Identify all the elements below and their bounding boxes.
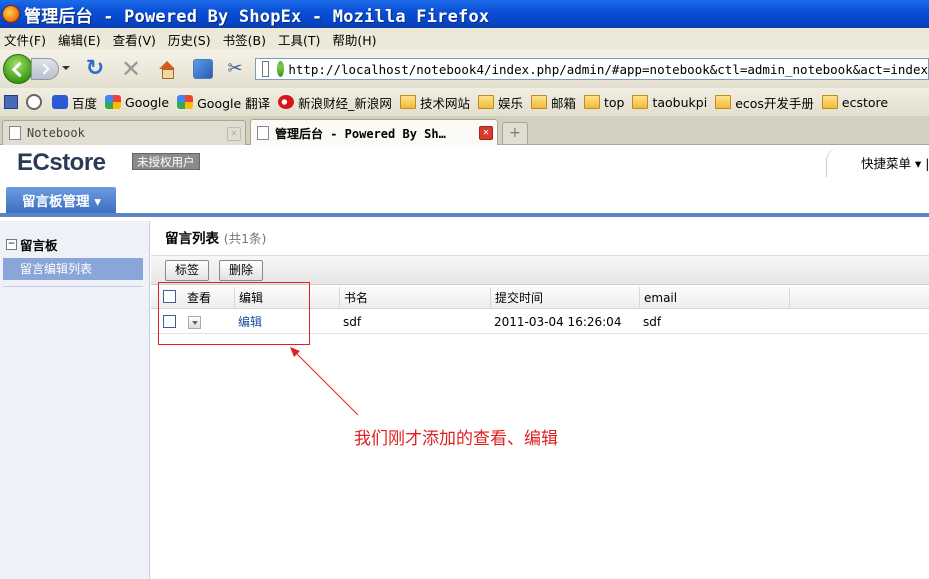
history-clock-icon[interactable] — [26, 94, 42, 110]
sidebar-item-edit-list[interactable]: 留言编辑列表 — [3, 258, 143, 280]
unauthorized-badge: 未授权用户 — [132, 153, 200, 170]
sidebar-divider — [3, 286, 143, 287]
tab-notebook[interactable]: Notebook ✕ — [2, 120, 246, 145]
bookmark-folder-ecstore[interactable]: ecstore — [821, 95, 888, 110]
ecstore-logo: ECstore — [17, 149, 106, 176]
tab-admin[interactable]: 管理后台 - Powered By Sh… ✕ — [250, 119, 498, 146]
bookmark-folder-taobukpi[interactable]: taobukpi — [632, 95, 707, 110]
google-icon — [105, 95, 122, 109]
page-icon — [257, 126, 269, 140]
delete-button[interactable]: 删除 — [219, 260, 264, 281]
bookmark-baidu[interactable]: 百度 — [52, 93, 97, 112]
bookmarks-star-icon[interactable] — [4, 95, 18, 109]
menu-help[interactable]: 帮助(H) — [328, 30, 384, 49]
close-icon[interactable]: ✕ — [479, 126, 493, 140]
window-titlebar: 管理后台 - Powered By ShopEx - Mozilla Firef… — [0, 0, 929, 28]
table-header: 查看 编辑 书名 提交时间 email — [151, 287, 929, 309]
go-icon[interactable] — [277, 61, 285, 77]
column-header-view: 查看 — [187, 291, 212, 305]
bookmark-folder-tech[interactable]: 技术网站 — [399, 93, 470, 112]
address-bar[interactable]: http://localhost/notebook4/index.php/adm… — [255, 58, 929, 80]
scissors-icon[interactable]: ✂ — [225, 59, 245, 79]
history-dropdown-icon[interactable] — [62, 66, 70, 70]
bookmark-sina-finance[interactable]: 新浪财经_新浪网 — [278, 93, 392, 112]
sidebar-section-label: 留言板 — [20, 238, 58, 253]
firefox-icon — [2, 5, 20, 23]
column-header-spacer — [789, 287, 929, 309]
page-icon — [9, 126, 21, 140]
bookmark-folder-mail[interactable]: 邮箱 — [530, 93, 576, 112]
collapse-icon[interactable]: − — [6, 239, 17, 250]
cell-time: 2011-03-04 16:26:04 — [494, 315, 622, 329]
menu-file[interactable]: 文件(F) — [0, 30, 54, 49]
bookmark-folder-ecos-manual[interactable]: ecos开发手册 — [715, 93, 814, 112]
tab-label: Notebook — [27, 126, 85, 140]
forward-button[interactable] — [31, 58, 59, 80]
sidebar-section-guestbook[interactable]: − 留言板 — [6, 235, 58, 254]
page-title: 留言列表 (共1条) — [165, 231, 267, 247]
row-checkbox[interactable] — [163, 315, 176, 328]
view-dropdown-icon[interactable] — [188, 316, 201, 329]
bookmark-folder-top[interactable]: top — [583, 95, 624, 110]
menu-bookmarks[interactable]: 书签(B) — [219, 30, 274, 49]
quick-menu[interactable]: 快捷菜单 ▾ | — [826, 147, 929, 177]
action-bar: 标签 删除 — [151, 255, 929, 285]
table-row: 编辑 sdf 2011-03-04 16:26:04 sdf — [151, 310, 929, 334]
home-icon[interactable] — [157, 59, 177, 79]
tab-label: 管理后台 - Powered By Sh… — [275, 126, 446, 141]
close-icon[interactable]: ✕ — [227, 127, 241, 141]
baidu-icon — [52, 95, 68, 109]
folder-icon — [530, 95, 547, 109]
folder-icon — [715, 95, 732, 109]
stop-icon[interactable]: ✕ — [121, 57, 141, 81]
google-translate-icon — [177, 95, 194, 109]
tab-guestbook-management[interactable]: 留言板管理 ▾ — [6, 187, 116, 213]
tab-bar: Notebook ✕ 管理后台 - Powered By Sh… ✕ + — [0, 116, 929, 146]
select-all-checkbox[interactable] — [163, 290, 176, 303]
tag-button[interactable]: 标签 — [165, 260, 210, 281]
annotation-text: 我们刚才添加的查看、编辑 — [354, 429, 558, 449]
app-header: ECstore 未授权用户 快捷菜单 ▾ | — [0, 145, 929, 183]
folder-icon — [632, 95, 649, 109]
cell-email: sdf — [643, 315, 662, 329]
url-text[interactable]: http://localhost/notebook4/index.php/adm… — [288, 62, 928, 77]
folder-icon — [399, 95, 416, 109]
menu-history[interactable]: 历史(S) — [164, 30, 219, 49]
bookmarks-bar: 百度 Google Google 翻译 新浪财经_新浪网 技术网站 娱乐 邮箱 … — [0, 88, 929, 116]
cell-book: sdf — [343, 315, 362, 329]
menu-tools[interactable]: 工具(T) — [274, 30, 328, 49]
menu-view[interactable]: 查看(V) — [109, 30, 164, 49]
sidebar: − 留言板 留言编辑列表 — [0, 221, 150, 579]
page-icon — [262, 61, 270, 77]
bookmark-google[interactable]: Google — [105, 95, 169, 110]
column-header-time: 提交时间 — [490, 287, 639, 309]
window-title: 管理后台 - Powered By ShopEx - Mozilla Firef… — [24, 6, 490, 27]
folder-icon — [477, 95, 494, 109]
app-nav: 留言板管理 ▾ — [0, 183, 929, 217]
back-button[interactable] — [3, 54, 33, 84]
folder-icon — [583, 95, 600, 109]
folder-icon — [821, 95, 838, 109]
bookmark-google-translate[interactable]: Google 翻译 — [177, 93, 270, 112]
menu-edit[interactable]: 编辑(E) — [54, 30, 109, 49]
reload-icon[interactable]: ↻ — [85, 58, 105, 80]
bookmark-folder-entertainment[interactable]: 娱乐 — [477, 93, 523, 112]
navigation-toolbar: ↻ ✕ ✂ http://localhost/notebook4/index.p… — [0, 50, 929, 88]
column-header-book: 书名 — [339, 287, 490, 309]
new-tab-button[interactable]: + — [502, 122, 528, 144]
main-content: 留言列表 (共1条) 标签 删除 查看 编辑 书名 提交时间 email 编辑 … — [151, 221, 929, 579]
record-count: (共1条) — [223, 231, 267, 246]
cell-edit: 编辑 — [234, 310, 262, 334]
column-header-edit: 编辑 — [234, 287, 339, 309]
menu-bar: 文件(F) 编辑(E) 查看(V) 历史(S) 书签(B) 工具(T) 帮助(H… — [0, 28, 929, 50]
sina-icon — [278, 95, 295, 109]
edit-link[interactable]: 编辑 — [238, 315, 262, 329]
column-header-email: email — [639, 287, 789, 309]
window-icon[interactable] — [193, 59, 213, 79]
